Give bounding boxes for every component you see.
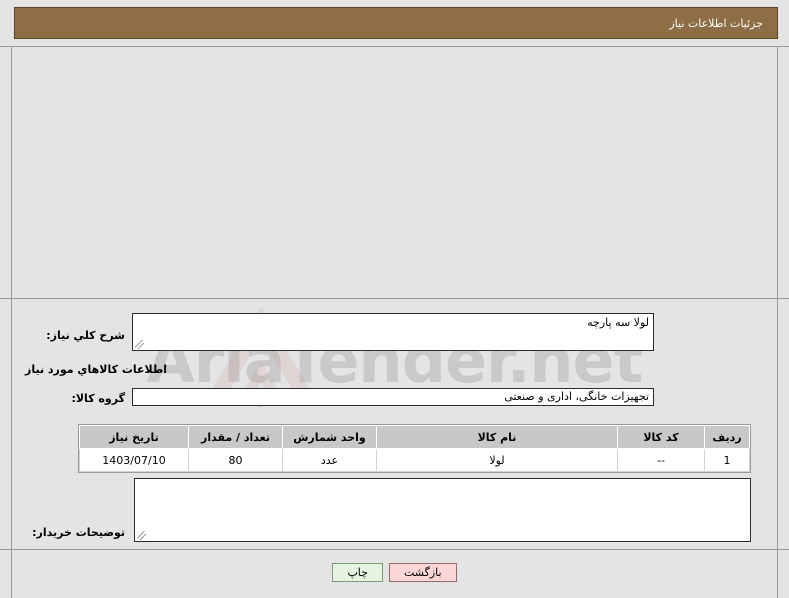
goods-section-title: اطلاعات کالاهاي مورد نیاز [25, 363, 167, 376]
col-index: ردیف [704, 425, 750, 449]
general-description-textarea[interactable]: لولا سه پارچه [132, 313, 654, 351]
cell-name: لولا [376, 448, 618, 472]
cell-quantity: 80 [188, 448, 283, 472]
header-region: جزئیات اطلاعات نیاز [0, 0, 789, 46]
cell-code: -- [617, 448, 705, 472]
goods-group-label: گروه کالا: [71, 392, 125, 405]
table-row: 1 -- لولا عدد 80 1403/07/10 [79, 448, 750, 472]
goods-table-grid: ردیف کد کالا نام کالا واحد شمارش تعداد /… [79, 425, 750, 472]
cell-need-date: 1403/07/10 [79, 448, 189, 472]
goods-table-header-row: ردیف کد کالا نام کالا واحد شمارش تعداد /… [79, 425, 750, 449]
col-code: کد کالا [617, 425, 705, 449]
col-unit: واحد شمارش [282, 425, 377, 449]
col-quantity: تعداد / مقدار [188, 425, 283, 449]
action-button-bar: بازگشت چاپ [0, 563, 789, 582]
buyer-notes-label: توضیحات خریدار: [32, 526, 125, 539]
general-description-label: شرح کلي نیاز: [46, 329, 125, 342]
cell-unit: عدد [282, 448, 377, 472]
col-need-date: تاریخ نیاز [79, 425, 189, 449]
back-button[interactable]: بازگشت [388, 563, 457, 582]
col-name: نام کالا [376, 425, 618, 449]
goods-table: ردیف کد کالا نام کالا واحد شمارش تعداد /… [78, 424, 751, 473]
page-root: AriaTender.net جزئیات اطلاعات نیاز شماره… [0, 0, 789, 598]
print-button[interactable]: چاپ [332, 563, 383, 582]
buyer-notes-textarea[interactable] [134, 478, 751, 542]
watermark-logo-icon [204, 307, 318, 409]
goods-group-value: تجهیزات خانگی، اداری و صنعتی [132, 388, 654, 406]
need-info-panel-border [11, 47, 778, 298]
need-info-panel [0, 46, 789, 299]
cell-index: 1 [704, 448, 750, 472]
page-title: جزئیات اطلاعات نیاز [14, 7, 778, 39]
